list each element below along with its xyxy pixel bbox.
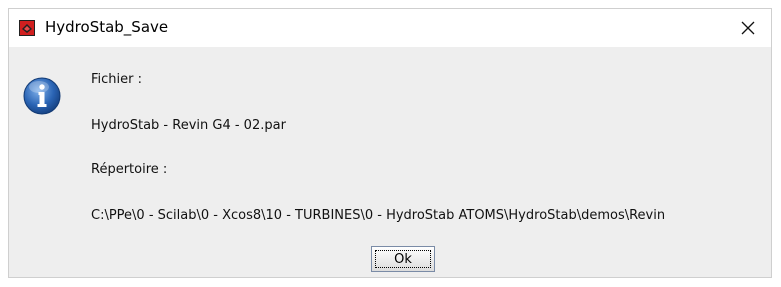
scilab-app-icon: [19, 20, 35, 36]
dialog-window: HydroStab_Save Fichier : HydroStab - Rev…: [8, 8, 772, 278]
window-title: HydroStab_Save: [45, 18, 169, 36]
directory-label: Répertoire :: [91, 162, 168, 177]
file-label: Fichier :: [91, 72, 142, 87]
directory-value: C:\PPe\0 - Scilab\0 - Xcos8\10 - TURBINE…: [91, 208, 666, 223]
title-bar[interactable]: HydroStab_Save: [9, 9, 771, 47]
ok-button[interactable]: Ok: [371, 246, 435, 272]
info-icon: [23, 77, 61, 115]
close-icon: [741, 21, 755, 35]
file-value: HydroStab - Revin G4 - 02.par: [91, 118, 286, 133]
ok-button-label: Ok: [375, 250, 431, 268]
close-button[interactable]: [725, 9, 771, 47]
